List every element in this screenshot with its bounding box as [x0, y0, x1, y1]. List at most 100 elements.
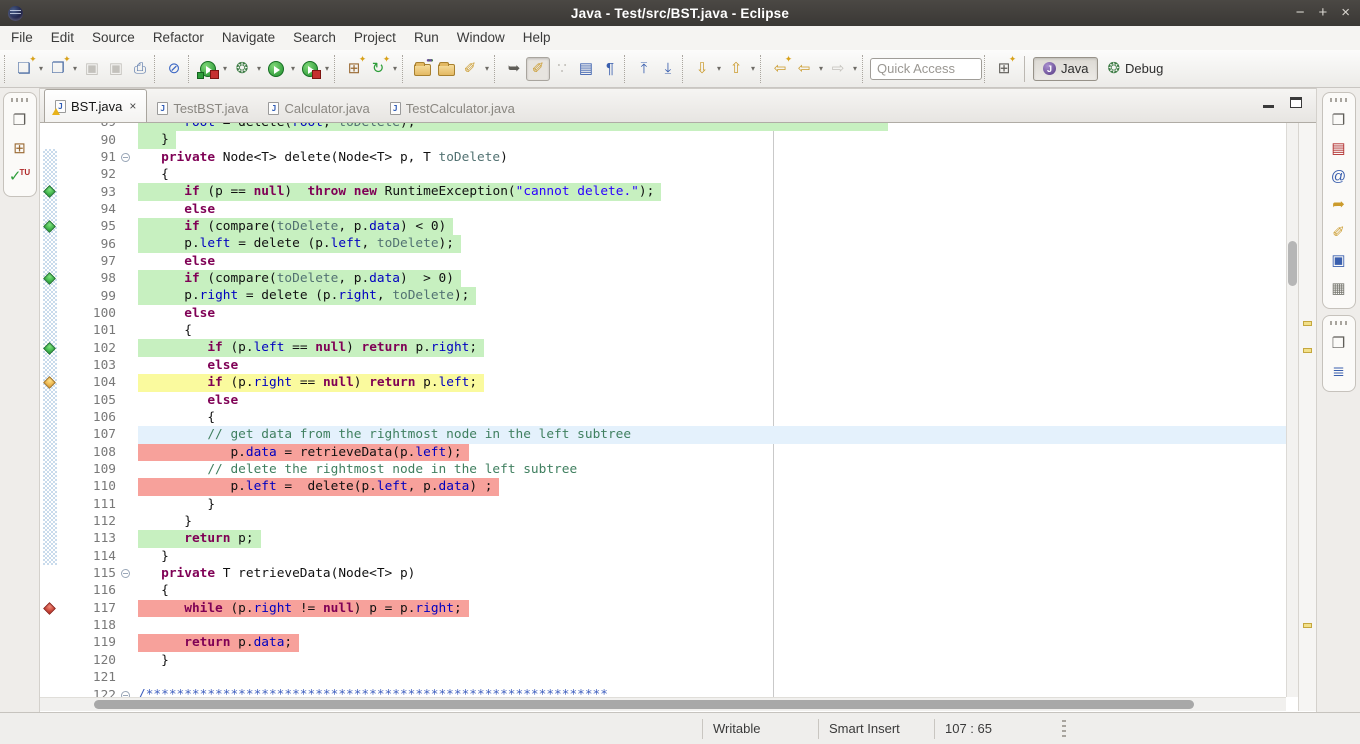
code-line[interactable]: {: [138, 322, 1286, 339]
line-number-row[interactable]: 110: [58, 478, 138, 495]
stack-drag-handle[interactable]: [11, 98, 29, 102]
line-number-row[interactable]: 100: [58, 305, 138, 322]
tab-calculator-java[interactable]: J Calculator.java: [258, 94, 379, 122]
code-line[interactable]: {: [138, 582, 1286, 599]
code-line[interactable]: {: [138, 166, 1286, 183]
search-flashlight-icon[interactable]: ✐: [458, 57, 482, 81]
menu-item-project[interactable]: Project: [345, 26, 405, 50]
line-number-row[interactable]: 93: [58, 183, 138, 200]
code-line[interactable]: p.data = retrieveData(p.left);: [138, 444, 1286, 461]
line-number-row[interactable]: 122: [58, 686, 138, 697]
line-number-row[interactable]: 104: [58, 374, 138, 391]
line-number-row[interactable]: 109: [58, 461, 138, 478]
maximize-view-icon[interactable]: [1290, 97, 1302, 108]
skip-all-breakpoints-icon[interactable]: ⊘: [162, 57, 186, 81]
search-flashlight-dropdown-icon[interactable]: ▾: [482, 64, 492, 73]
menu-item-help[interactable]: Help: [514, 26, 560, 50]
external-tools-icon[interactable]: [298, 57, 322, 81]
new-java-wizard-dropdown-icon[interactable]: ▾: [70, 64, 80, 73]
menu-item-edit[interactable]: Edit: [42, 26, 83, 50]
declaration-icon[interactable]: ➦: [1326, 191, 1352, 217]
menu-item-search[interactable]: Search: [284, 26, 345, 50]
tab-testcalculator-java[interactable]: J TestCalculator.java: [380, 94, 525, 122]
last-edit-pointer-icon[interactable]: ➥: [502, 57, 526, 81]
outline-icon[interactable]: ≣: [1326, 358, 1352, 384]
line-number-row[interactable]: 119: [58, 634, 138, 651]
fold-collapse-icon[interactable]: [121, 153, 130, 162]
line-number-row[interactable]: 105: [58, 392, 138, 409]
line-number-row[interactable]: 114: [58, 548, 138, 565]
line-number-row[interactable]: 108: [58, 444, 138, 461]
menu-item-window[interactable]: Window: [448, 26, 514, 50]
new-java-project-icon[interactable]: ⊞: [342, 57, 366, 81]
new-wizard-icon[interactable]: ❏: [12, 57, 36, 81]
quick-access-input[interactable]: [870, 58, 982, 80]
run-dropdown-icon[interactable]: ▾: [288, 64, 298, 73]
code-line[interactable]: }: [138, 131, 1286, 148]
show-whitespace-icon[interactable]: ¶: [598, 57, 622, 81]
code-pane[interactable]: root = delete(root, toDelete); } private…: [138, 123, 1286, 697]
new-wizard-dropdown-icon[interactable]: ▾: [36, 64, 46, 73]
code-line[interactable]: if (p.right == null) return p.left;: [138, 374, 1286, 391]
minimize-button[interactable]: −: [1296, 0, 1305, 26]
code-line[interactable]: root = delete(root, toDelete);: [138, 123, 1286, 131]
line-number-row[interactable]: 107: [58, 426, 138, 443]
line-number-row[interactable]: 118: [58, 617, 138, 634]
search-view-icon[interactable]: ✐: [1326, 219, 1352, 245]
open-type-icon[interactable]: [410, 57, 434, 81]
line-number-row[interactable]: 111: [58, 496, 138, 513]
code-line[interactable]: private Node<T> delete(Node<T> p, T toDe…: [138, 149, 1286, 166]
previous-annotation-icon[interactable]: ⇧: [724, 57, 748, 81]
package-explorer-icon[interactable]: ⊞: [7, 135, 33, 161]
menu-item-file[interactable]: File: [2, 26, 42, 50]
menu-item-navigate[interactable]: Navigate: [213, 26, 284, 50]
java-perspective-button[interactable]: JJava: [1033, 57, 1098, 81]
line-number-row[interactable]: 92: [58, 166, 138, 183]
code-line[interactable]: // delete the rightmost node in the left…: [138, 461, 1286, 478]
open-perspective-icon[interactable]: ⊞: [992, 57, 1016, 81]
back-dropdown-icon[interactable]: ▾: [816, 64, 826, 73]
code-line[interactable]: if (compare(toDelete, p.data) > 0): [138, 270, 1286, 287]
fold-column[interactable]: [116, 153, 134, 162]
status-drag-handle[interactable]: [1062, 720, 1066, 738]
debug-perspective-button[interactable]: ❂Debug: [1098, 57, 1172, 81]
code-line[interactable]: return p.data;: [138, 634, 1286, 651]
code-line[interactable]: }: [138, 652, 1286, 669]
line-number-row[interactable]: 94: [58, 201, 138, 218]
new-java-wizard-icon[interactable]: ❐: [46, 57, 70, 81]
overview-warning-mark[interactable]: [1303, 321, 1312, 326]
code-line[interactable]: else: [138, 357, 1286, 374]
restore-view-icon[interactable]: ❐: [7, 107, 33, 133]
annotation-ruler[interactable]: [42, 123, 58, 697]
line-number-row[interactable]: 115: [58, 565, 138, 582]
line-number-row[interactable]: 90: [58, 131, 138, 148]
vertical-scrollbar[interactable]: [1286, 123, 1298, 697]
code-line[interactable]: p.right = delete (p.right, toDelete);: [138, 287, 1286, 304]
coverage-launch-dropdown-icon[interactable]: ▾: [220, 64, 230, 73]
code-line[interactable]: p.left = delete (p.left, toDelete);: [138, 235, 1286, 252]
code-line[interactable]: }: [138, 496, 1286, 513]
overview-warning-mark[interactable]: [1303, 348, 1312, 353]
previous-annotation-dropdown-icon[interactable]: ▾: [748, 64, 758, 73]
line-number-row[interactable]: 102: [58, 339, 138, 356]
stack-drag-handle[interactable]: [1330, 98, 1348, 102]
debug-launch-dropdown-icon[interactable]: ▾: [254, 64, 264, 73]
code-line[interactable]: }: [138, 548, 1286, 565]
code-line[interactable]: return p;: [138, 530, 1286, 547]
code-line[interactable]: /***************************************…: [138, 686, 1286, 697]
menu-item-source[interactable]: Source: [83, 26, 144, 50]
line-number-row[interactable]: 117: [58, 600, 138, 617]
line-number-row[interactable]: 112: [58, 513, 138, 530]
overview-warning-mark[interactable]: [1303, 623, 1312, 628]
maximize-button[interactable]: +: [1318, 0, 1327, 26]
coverage-view-icon[interactable]: ▦: [1326, 275, 1352, 301]
open-resource-icon[interactable]: [434, 57, 458, 81]
junit-icon[interactable]: ✓TU: [7, 163, 33, 189]
stack-drag-handle[interactable]: [1330, 321, 1348, 325]
overview-ruler[interactable]: [1298, 123, 1316, 711]
javadoc-icon[interactable]: @: [1326, 163, 1352, 189]
code-line[interactable]: else: [138, 253, 1286, 270]
code-line[interactable]: // get data from the rightmost node in t…: [138, 426, 1286, 443]
line-number-row[interactable]: 97: [58, 253, 138, 270]
run-icon[interactable]: [264, 57, 288, 81]
